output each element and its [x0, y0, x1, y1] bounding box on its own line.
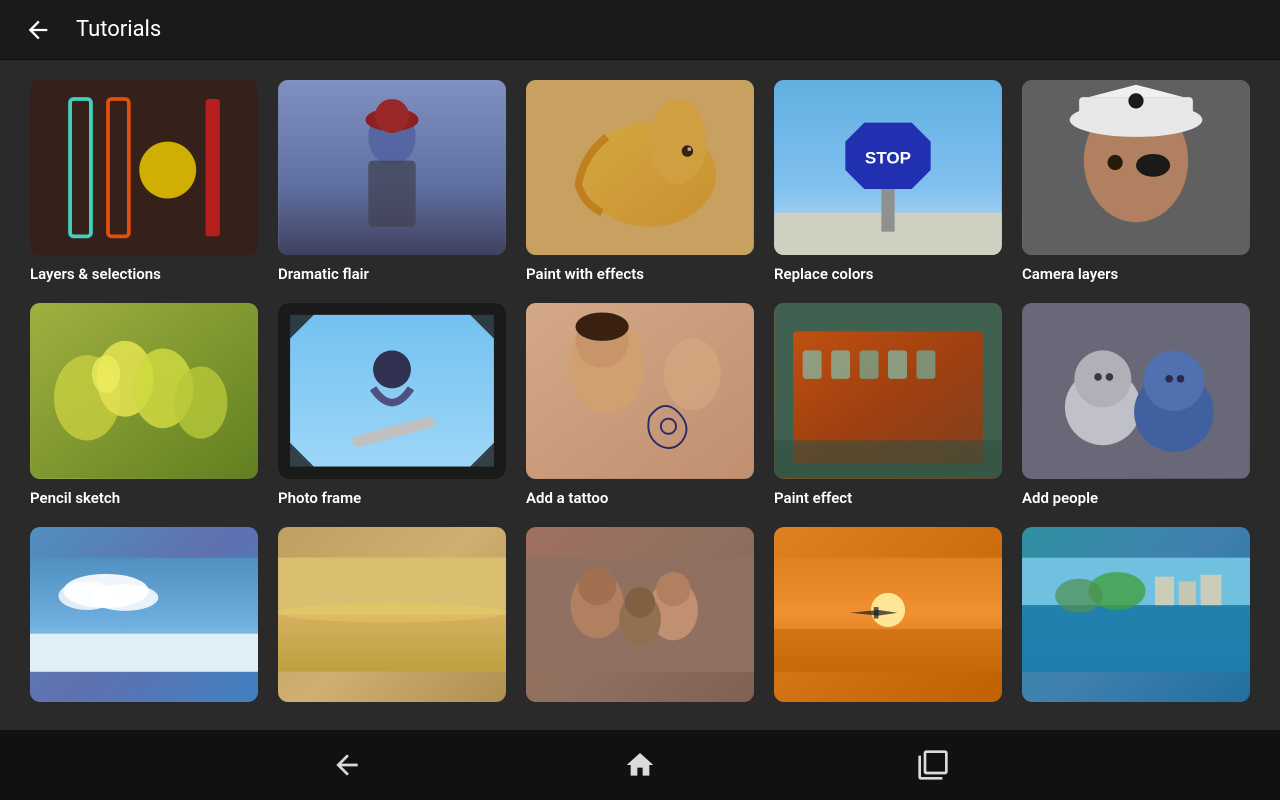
tutorial-item-add-tattoo[interactable]: Add a tattoo: [526, 303, 754, 506]
tutorial-thumb-inner-paint-with-effects: [526, 80, 754, 255]
tutorial-thumb-inner-r3-3: [526, 527, 754, 702]
tutorial-thumb-layers-selections: [30, 80, 258, 255]
tutorial-item-add-people[interactable]: Add people: [1022, 303, 1250, 506]
tutorial-thumb-inner-dramatic-flair: [278, 80, 506, 255]
back-button[interactable]: [20, 12, 56, 48]
tutorial-item-camera-layers[interactable]: Camera layers: [1022, 80, 1250, 283]
tutorial-thumb-photo-frame: [278, 303, 506, 478]
tutorial-label-add-people: Add people: [1022, 489, 1250, 507]
tutorial-item-paint-effect[interactable]: Paint effect: [774, 303, 1002, 506]
tutorial-thumb-r3-1: [30, 527, 258, 702]
tutorial-thumb-r3-2: [278, 527, 506, 702]
tutorial-label-photo-frame: Photo frame: [278, 489, 506, 507]
nav-back-button[interactable]: [331, 749, 363, 781]
tutorial-thumb-paint-effect: [774, 303, 1002, 478]
tutorial-thumb-inner-add-tattoo: [526, 303, 754, 478]
tutorial-label-camera-layers: Camera layers: [1022, 265, 1250, 283]
nav-home-button[interactable]: [624, 749, 656, 781]
tutorial-item-r3-1[interactable]: [30, 527, 258, 712]
tutorial-thumb-pencil-sketch: [30, 303, 258, 478]
tutorial-label-paint-effect: Paint effect: [774, 489, 1002, 507]
tutorial-item-layers-selections[interactable]: Layers & selections: [30, 80, 258, 283]
nav-recent-button[interactable]: [917, 749, 949, 781]
tutorial-item-replace-colors[interactable]: STOP Replace colors: [774, 80, 1002, 283]
tutorial-thumb-inner-r3-5: [1022, 527, 1250, 702]
tutorial-item-r3-4[interactable]: [774, 527, 1002, 712]
tutorial-thumb-inner-pencil-sketch: [30, 303, 258, 478]
tutorial-item-r3-3[interactable]: [526, 527, 754, 712]
svg-text:STOP: STOP: [865, 148, 911, 167]
tutorial-label-replace-colors: Replace colors: [774, 265, 1002, 283]
tutorial-thumb-inner-paint-effect: [774, 303, 1002, 478]
page-title: Tutorials: [76, 17, 161, 42]
tutorial-thumb-inner-add-people: [1022, 303, 1250, 478]
tutorial-item-pencil-sketch[interactable]: Pencil sketch: [30, 303, 258, 506]
tutorial-item-r3-5[interactable]: [1022, 527, 1250, 712]
tutorial-thumb-add-tattoo: [526, 303, 754, 478]
tutorial-thumb-paint-with-effects: [526, 80, 754, 255]
tutorial-thumb-inner-photo-frame: [278, 303, 506, 478]
tutorial-thumb-r3-5: [1022, 527, 1250, 702]
tutorial-thumb-inner-r3-2: [278, 527, 506, 702]
tutorial-thumb-camera-layers: [1022, 80, 1250, 255]
tutorial-label-layers-selections: Layers & selections: [30, 265, 258, 283]
tutorial-label-pencil-sketch: Pencil sketch: [30, 489, 258, 507]
tutorial-item-dramatic-flair[interactable]: Dramatic flair: [278, 80, 506, 283]
tutorial-item-paint-with-effects[interactable]: Paint with effects: [526, 80, 754, 283]
tutorial-thumb-inner-replace-colors: STOP: [774, 80, 1002, 255]
tutorial-thumb-r3-3: [526, 527, 754, 702]
tutorial-thumb-add-people: [1022, 303, 1250, 478]
tutorial-item-r3-2[interactable]: [278, 527, 506, 712]
tutorial-item-photo-frame[interactable]: Photo frame: [278, 303, 506, 506]
header: Tutorials: [0, 0, 1280, 60]
tutorial-thumb-inner-layers-selections: [30, 80, 258, 255]
tutorials-grid: Layers & selections Dramatic flair: [30, 80, 1250, 712]
tutorial-label-dramatic-flair: Dramatic flair: [278, 265, 506, 283]
tutorial-thumb-dramatic-flair: [278, 80, 506, 255]
main-content: Layers & selections Dramatic flair: [0, 60, 1280, 730]
tutorial-label-add-tattoo: Add a tattoo: [526, 489, 754, 507]
tutorial-thumb-r3-4: [774, 527, 1002, 702]
tutorial-thumb-inner-r3-4: [774, 527, 1002, 702]
tutorial-thumb-replace-colors: STOP: [774, 80, 1002, 255]
tutorial-thumb-inner-r3-1: [30, 527, 258, 702]
tutorial-thumb-inner-camera-layers: [1022, 80, 1250, 255]
tutorial-label-paint-with-effects: Paint with effects: [526, 265, 754, 283]
bottom-nav-bar: [0, 730, 1280, 800]
